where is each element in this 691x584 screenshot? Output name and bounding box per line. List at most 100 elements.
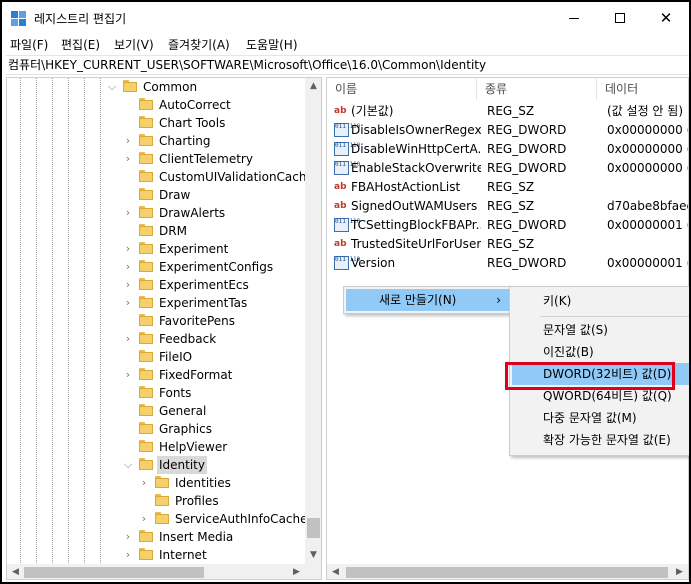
submenu-item-multi-string-value[interactable]: 다중 문자열 값(M) [512, 407, 689, 429]
value-row[interactable]: ab TrustedSiteUrlForUser... REG_SZ [327, 235, 688, 254]
folder-icon [139, 152, 153, 165]
tree-item[interactable]: › ExperimentTas [7, 294, 305, 312]
tree-item[interactable]: General [7, 402, 305, 420]
expand-chevron-icon[interactable]: › [123, 294, 133, 312]
scroll-down-icon[interactable]: ▼ [305, 547, 321, 564]
tree-item[interactable]: Draw [7, 186, 305, 204]
tree-horizontal-scrollbar[interactable]: ◀ ▶ [7, 564, 321, 579]
minimize-button[interactable] [551, 2, 597, 34]
submenu-item-expandable-string-value[interactable]: 확장 가능한 문자열 값(E) [512, 429, 689, 451]
menu-separator [540, 316, 689, 317]
value-row[interactable]: 011 110 DisableWinHttpCertA... REG_DWORD 0x… [327, 140, 688, 159]
maximize-button[interactable] [597, 2, 643, 34]
tree-item[interactable]: › ExperimentConfigs [7, 258, 305, 276]
scroll-right-icon[interactable]: ▶ [288, 564, 305, 579]
expand-chevron-icon[interactable]: › [123, 150, 133, 168]
tree-item[interactable]: AutoCorrect [7, 96, 305, 114]
tree-hscroll-thumb[interactable] [24, 567, 204, 578]
expand-chevron-icon[interactable]: › [123, 330, 133, 348]
tree-item[interactable]: HelpViewer [7, 438, 305, 456]
value-row[interactable]: ab FBAHostActionList REG_SZ [327, 178, 688, 197]
tree-item[interactable]: FileIO [7, 348, 305, 366]
value-row[interactable]: 011 110 DisableIsOwnerRegex REG_DWORD 0x000… [327, 121, 688, 140]
expand-chevron-icon[interactable]: ⌵ [123, 456, 133, 474]
tree-item[interactable]: ⌵ Common [7, 78, 305, 96]
tree-item-label: FixedFormat [159, 368, 233, 382]
value-type: REG_SZ [487, 104, 535, 118]
binary-value-icon: 011 110 [334, 161, 360, 175]
value-row[interactable]: 011 110EnableStackOverwrite... REG_DWORD 0… [327, 159, 688, 178]
expand-chevron-icon[interactable]: ⌵ [107, 78, 117, 96]
scroll-left-icon[interactable]: ◀ [7, 564, 24, 579]
tree-item[interactable]: › Insert Media [7, 528, 305, 546]
expand-chevron-icon[interactable]: › [123, 240, 133, 258]
expand-chevron-icon[interactable]: › [123, 132, 133, 150]
expand-chevron-icon[interactable]: › [123, 366, 133, 384]
tree-item-label: Chart Tools [159, 116, 226, 130]
expand-chevron-icon[interactable]: › [123, 258, 133, 276]
expand-chevron-icon[interactable]: › [123, 546, 133, 564]
tree-item[interactable]: FavoritePens [7, 312, 305, 330]
tree-item[interactable]: ⌵ Identity [7, 456, 305, 474]
tree-item[interactable]: › Internet [7, 546, 305, 564]
value-row[interactable]: 011 110Version REG_DWORD 0x00000001 (1) [327, 254, 688, 273]
column-header-type[interactable]: 종류 [477, 78, 597, 100]
tree-item[interactable]: Graphics [7, 420, 305, 438]
tree-item[interactable]: Fonts [7, 384, 305, 402]
tree-item-label: Graphics [159, 422, 212, 436]
key-tree-pane[interactable]: ⌵ Common AutoCorrect Chart Tools › Charting › C… [6, 77, 322, 580]
tree-vertical-scrollbar[interactable]: ▲ ▼ [305, 78, 321, 564]
menu-item-new[interactable]: 새로 만들기(N) › [346, 289, 509, 311]
submenu-item-string-value[interactable]: 문자열 값(S) [512, 319, 689, 341]
tree-item[interactable]: › ServiceAuthInfoCache [7, 510, 308, 528]
tree-item[interactable]: › DrawAlerts [7, 204, 305, 222]
folder-icon [139, 98, 153, 111]
scroll-up-icon[interactable]: ▲ [305, 78, 321, 95]
scroll-left-icon[interactable]: ◀ [327, 564, 344, 579]
value-data: 0x00000000 (0) [607, 123, 688, 137]
tree-item[interactable]: CustomUIValidationCache [7, 168, 314, 186]
tree-item[interactable]: › Experiment [7, 240, 305, 258]
submenu-item-binary-value[interactable]: 이진값(B) [512, 341, 689, 363]
scroll-right-icon[interactable]: ▶ [671, 564, 688, 579]
column-header-name[interactable]: 이름 [327, 78, 477, 100]
menu-help[interactable]: 도움말(H) [246, 36, 298, 53]
list-horizontal-scrollbar[interactable]: ◀ ▶ [327, 564, 688, 579]
tree-item-label: ServiceAuthInfoCache [175, 512, 308, 526]
value-row[interactable]: ab SignedOutWAMUsers REG_SZ d70abe8bfaee2 [327, 197, 688, 216]
expand-chevron-icon[interactable]: › [123, 528, 133, 546]
value-name: TrustedSiteUrlForUser... [351, 237, 481, 251]
no-expander [123, 312, 133, 330]
expand-chevron-icon[interactable]: › [139, 474, 149, 492]
menu-edit[interactable]: 편집(E) [61, 36, 100, 53]
column-header-data[interactable]: 데이터 [597, 78, 688, 100]
tree-item[interactable]: Chart Tools [7, 114, 305, 132]
folder-icon [139, 134, 153, 147]
menu-favorites[interactable]: 즐겨찾기(A) [168, 36, 230, 53]
tree-item[interactable]: › Identities [7, 474, 305, 492]
value-type: REG_DWORD [487, 218, 567, 232]
tree-item[interactable]: › ClientTelemetry [7, 150, 305, 168]
close-button[interactable]: ✕ [643, 2, 689, 34]
tree-vscroll-thumb[interactable] [307, 518, 320, 538]
expand-chevron-icon[interactable]: › [123, 204, 133, 222]
list-hscroll-thumb[interactable] [346, 567, 668, 578]
tree-item[interactable]: Profiles [7, 492, 305, 510]
tree-item[interactable]: › Feedback [7, 330, 305, 348]
tree-item[interactable]: › FixedFormat [7, 366, 305, 384]
expand-chevron-icon[interactable]: › [139, 510, 149, 528]
menu-view[interactable]: 보기(V) [114, 36, 154, 53]
menu-file[interactable]: 파일(F) [10, 36, 48, 53]
expand-chevron-icon[interactable]: › [123, 276, 133, 294]
value-type: REG_DWORD [487, 256, 567, 270]
value-row[interactable]: ab (기본값) REG_SZ (값 설정 안 됨) [327, 102, 688, 121]
tree-item[interactable]: › ExperimentEcs [7, 276, 305, 294]
tree-item[interactable]: › Charting [7, 132, 305, 150]
tree-item-label: Identity [157, 456, 207, 474]
value-row[interactable]: 011 110 TCSettingBlockFBAPr... REG_DWORD 0x… [327, 216, 688, 235]
context-menu: 새로 만들기(N) › [343, 286, 512, 314]
tree-item[interactable]: DRM [7, 222, 305, 240]
address-bar[interactable]: 컴퓨터\HKEY_CURRENT_USER\SOFTWARE\Microsoft… [6, 55, 689, 75]
folder-icon [139, 458, 153, 471]
submenu-item-key[interactable]: 키(K) [512, 290, 689, 312]
